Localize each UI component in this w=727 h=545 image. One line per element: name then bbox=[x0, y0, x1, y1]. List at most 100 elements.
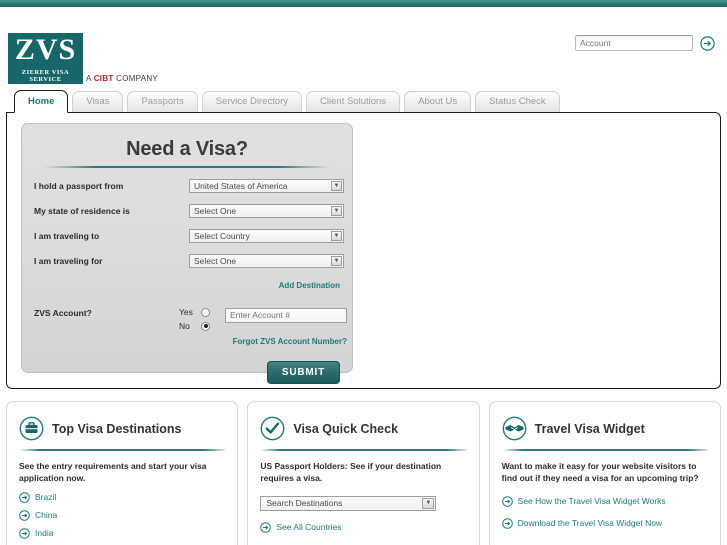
traveling-for-select[interactable]: Select One ▼ bbox=[189, 254, 344, 268]
radio-no[interactable] bbox=[201, 321, 210, 331]
destination-label: India bbox=[35, 528, 54, 539]
check-circle-icon bbox=[260, 416, 285, 441]
panel-top-visa-destinations: Top Visa Destinations See the entry requ… bbox=[6, 401, 239, 545]
panel-travel-visa-widget: Travel Visa Widget Want to make it easy … bbox=[488, 401, 721, 545]
panel-divider bbox=[19, 449, 226, 451]
chevron-down-icon: ▼ bbox=[331, 231, 342, 241]
top-accent-bar bbox=[0, 0, 727, 7]
forgot-account-link[interactable]: Forgot ZVS Account Number? bbox=[233, 337, 347, 346]
passport-country-select[interactable]: United States of America ▼ bbox=[189, 179, 344, 193]
chevron-down-icon: ▼ bbox=[331, 181, 342, 191]
passport-country-value: United States of America bbox=[194, 181, 288, 191]
form-label-state-residence: My state of residence is bbox=[34, 206, 130, 216]
chevron-down-icon: ▼ bbox=[331, 256, 342, 266]
panel-header: Travel Visa Widget bbox=[502, 416, 708, 441]
forgot-account-row: Forgot ZVS Account Number? bbox=[225, 331, 347, 349]
main-navigation-tabs: Home Visas Passports Service Directory C… bbox=[0, 90, 727, 113]
arrow-right-circle-icon bbox=[19, 509, 30, 521]
see-all-countries-label: See All Countries bbox=[276, 522, 342, 533]
destination-label: Brazil bbox=[35, 492, 57, 503]
zvs-account-input[interactable] bbox=[225, 307, 347, 323]
search-destinations-select[interactable]: Search Destinations ▼ bbox=[260, 495, 437, 511]
submit-button[interactable]: SUBMIT bbox=[266, 361, 340, 384]
logo-tagline: ZIERER VISA SERVICE bbox=[8, 68, 83, 84]
state-residence-select[interactable]: Select One ▼ bbox=[189, 204, 344, 218]
radio-option-no[interactable]: No bbox=[179, 319, 221, 333]
account-input[interactable] bbox=[575, 35, 693, 51]
briefcase-icon bbox=[19, 416, 44, 441]
widget-how-it-works-link[interactable]: See How the Travel Visa Widget Works bbox=[501, 495, 708, 507]
form-row-traveling-for: I am traveling for Select One ▼ bbox=[22, 254, 352, 268]
panel-title: Travel Visa Widget bbox=[534, 421, 645, 436]
cibt-mark: CIBT bbox=[93, 74, 114, 83]
widget-download-link[interactable]: Download the Travel Visa Widget Now bbox=[501, 517, 708, 529]
destination-link-brazil[interactable]: Brazil bbox=[19, 491, 225, 503]
traveling-to-value: Select Country bbox=[194, 231, 250, 241]
feature-panels: Top Visa Destinations See the entry requ… bbox=[6, 401, 721, 545]
see-all-countries-link[interactable]: See All Countries bbox=[260, 521, 466, 533]
traveling-for-value: Select One bbox=[194, 256, 237, 266]
form-row-state-residence: My state of residence is Select One ▼ bbox=[22, 204, 352, 218]
widget-download-label: Download the Travel Visa Widget Now bbox=[517, 518, 663, 529]
form-label-traveling-to: I am traveling to bbox=[34, 231, 100, 241]
panel-description: Want to make it easy for your website vi… bbox=[501, 461, 699, 484]
chevron-down-icon: ▼ bbox=[422, 497, 435, 509]
panel-title: Visa Quick Check bbox=[293, 421, 399, 436]
radio-label-no: No bbox=[179, 321, 190, 331]
add-destination-row: Add Destination bbox=[22, 275, 352, 293]
tab-about-us[interactable]: About Us bbox=[404, 91, 472, 112]
radio-yes[interactable] bbox=[201, 307, 210, 317]
handshake-icon bbox=[502, 416, 527, 441]
traveling-to-select[interactable]: Select Country ▼ bbox=[189, 229, 344, 243]
cibt-suffix: COMPANY bbox=[113, 74, 159, 83]
site-logo[interactable]: ZVS ZIERER VISA SERVICE A CIBT COMPANY bbox=[8, 33, 158, 84]
zvs-account-row: ZVS Account? Yes No Forgot ZVS Account N… bbox=[22, 305, 352, 349]
main-content-area: Need a Visa? I hold a passport from Unit… bbox=[6, 112, 721, 389]
destination-link-china[interactable]: China bbox=[19, 509, 225, 521]
cibt-company-line: A CIBT COMPANY bbox=[86, 74, 158, 84]
panel-description: US Passport Holders: See if your destina… bbox=[260, 461, 442, 484]
widget-how-it-works-label: See How the Travel Visa Widget Works bbox=[517, 496, 666, 507]
cibt-prefix: A bbox=[86, 74, 94, 83]
panel-header: Visa Quick Check bbox=[260, 416, 466, 441]
form-row-traveling-to: I am traveling to Select Country ▼ bbox=[22, 229, 352, 243]
panel-visa-quick-check: Visa Quick Check US Passport Holders: Se… bbox=[247, 401, 480, 545]
tab-status-check[interactable]: Status Check bbox=[475, 91, 560, 112]
search-destinations-value: Search Destinations bbox=[266, 498, 343, 509]
zvs-account-input-wrap: Forgot ZVS Account Number? bbox=[225, 305, 347, 349]
arrow-right-circle-icon[interactable] bbox=[700, 35, 715, 51]
arrow-right-circle-icon bbox=[501, 517, 513, 529]
panel-title: Top Visa Destinations bbox=[52, 421, 182, 436]
form-label-passport-country: I hold a passport from bbox=[34, 181, 124, 191]
destination-link-india[interactable]: India bbox=[19, 527, 225, 539]
zvs-account-label: ZVS Account? bbox=[34, 308, 92, 318]
destination-label: China bbox=[35, 510, 58, 521]
chevron-down-icon: ▼ bbox=[331, 206, 342, 216]
state-residence-value: Select One bbox=[194, 206, 237, 216]
site-header: ZVS ZIERER VISA SERVICE A CIBT COMPANY bbox=[0, 7, 727, 90]
form-label-traveling-for: I am traveling for bbox=[34, 256, 103, 266]
add-destination-link[interactable]: Add Destination bbox=[279, 281, 340, 290]
radio-label-yes: Yes bbox=[179, 307, 193, 317]
submit-row: SUBMIT bbox=[22, 361, 352, 384]
radio-option-yes[interactable]: Yes bbox=[179, 305, 221, 319]
tab-visas[interactable]: Visas bbox=[72, 91, 124, 112]
panel-divider bbox=[501, 449, 708, 451]
account-login-box bbox=[575, 35, 715, 51]
visa-inquiry-form: Need a Visa? I hold a passport from Unit… bbox=[21, 123, 353, 384]
panel-description: See the entry requirements and start you… bbox=[19, 461, 207, 484]
form-title-divider bbox=[44, 166, 330, 168]
panel-header: Top Visa Destinations bbox=[19, 416, 225, 441]
arrow-right-circle-icon bbox=[19, 527, 30, 539]
tab-client-solutions[interactable]: Client Solutions bbox=[306, 91, 401, 112]
arrow-right-circle-icon bbox=[19, 491, 30, 503]
arrow-right-circle-icon bbox=[501, 495, 513, 507]
form-title: Need a Visa? bbox=[126, 138, 248, 160]
panel-divider bbox=[260, 449, 467, 451]
tab-passports[interactable]: Passports bbox=[127, 91, 198, 112]
zvs-account-radio-group: Yes No bbox=[179, 305, 221, 333]
arrow-right-circle-icon bbox=[260, 521, 272, 533]
form-row-passport-country: I hold a passport from United States of … bbox=[22, 179, 352, 193]
tab-home[interactable]: Home bbox=[14, 90, 69, 113]
tab-service-directory[interactable]: Service Directory bbox=[201, 91, 303, 112]
